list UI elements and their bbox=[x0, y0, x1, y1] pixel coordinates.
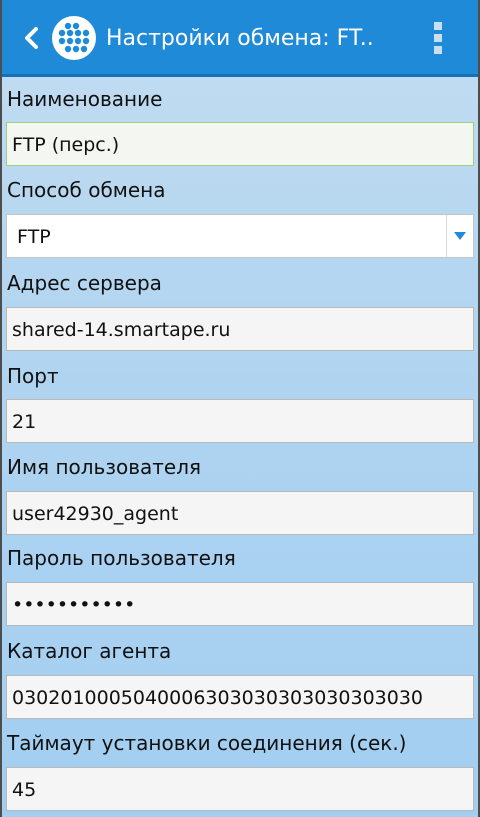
dropdown-toggle[interactable] bbox=[446, 215, 473, 257]
password-value: ••••••••••• bbox=[12, 594, 136, 616]
user-field[interactable]: user42930_agent bbox=[6, 491, 474, 535]
app-bar: Настройки обмена: FT.. bbox=[2, 0, 478, 77]
page-title: Настройки обмена: FT.. bbox=[106, 26, 374, 51]
server-field[interactable]: shared-14.smartape.ru bbox=[6, 307, 474, 351]
method-value: FTP bbox=[17, 226, 51, 248]
timeout-value: 45 bbox=[12, 779, 37, 801]
port-label: Порт bbox=[7, 364, 59, 388]
port-value: 21 bbox=[12, 411, 37, 433]
overflow-menu-icon bbox=[434, 22, 442, 30]
timeout-field[interactable]: 45 bbox=[6, 767, 474, 811]
catalog-field[interactable]: 0302010005040006303030303030303030 bbox=[6, 675, 474, 719]
chevron-left-icon bbox=[25, 27, 38, 49]
catalog-value: 0302010005040006303030303030303030 bbox=[12, 687, 424, 709]
overflow-menu-button[interactable] bbox=[426, 18, 450, 58]
app-logo-icon bbox=[52, 16, 96, 60]
password-field[interactable]: ••••••••••• bbox=[6, 582, 474, 626]
user-label: Имя пользователя bbox=[7, 455, 202, 479]
settings-screen: Настройки обмена: FT.. Наименование FTP … bbox=[2, 0, 478, 817]
name-label: Наименование bbox=[7, 87, 163, 111]
server-label: Адрес сервера bbox=[7, 271, 162, 295]
port-field[interactable]: 21 bbox=[6, 399, 474, 443]
name-value: FTP (перс.) bbox=[12, 134, 120, 156]
name-field[interactable]: FTP (перс.) bbox=[6, 122, 474, 166]
triangle-down-icon bbox=[454, 232, 466, 240]
back-button[interactable] bbox=[14, 20, 50, 56]
timeout-label: Таймаут установки соединения (сек.) bbox=[7, 731, 407, 755]
server-value: shared-14.smartape.ru bbox=[12, 319, 231, 341]
method-select[interactable]: FTP bbox=[6, 214, 474, 258]
catalog-label: Каталог агента bbox=[7, 639, 172, 663]
method-label: Способ обмена bbox=[7, 178, 166, 202]
user-value: user42930_agent bbox=[12, 503, 179, 525]
password-label: Пароль пользователя bbox=[7, 546, 236, 570]
